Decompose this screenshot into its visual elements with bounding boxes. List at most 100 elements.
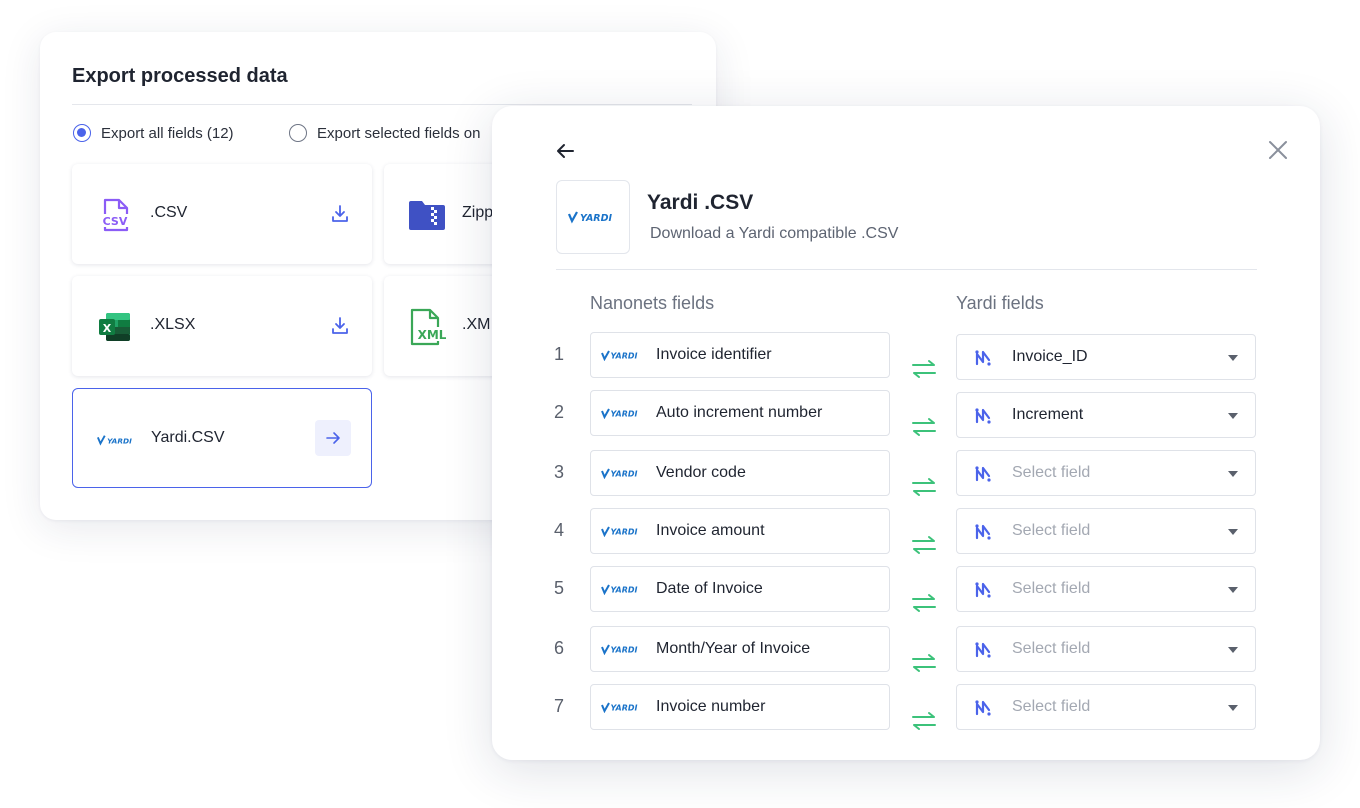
csv-file-icon: CSV	[96, 196, 134, 234]
row-number: 3	[554, 462, 565, 482]
yardi-logo: YARDI	[601, 644, 638, 655]
yardi-field-value: Increment	[1012, 406, 1084, 423]
swap-arrows-icon	[912, 654, 936, 672]
svg-text:X: X	[103, 322, 112, 335]
nanonets-icon	[975, 466, 991, 482]
nanonets-fields-header: Nanonets fields	[590, 293, 715, 313]
radio-export-selected-label: Export selected fields on	[317, 124, 481, 142]
yardi-field-select[interactable]: Select field	[956, 450, 1256, 496]
yardi-field-select[interactable]: Select field	[956, 508, 1256, 554]
svg-text:YARDI: YARDI	[611, 704, 638, 713]
yardi-logo: YARDI	[601, 584, 638, 595]
download-icon[interactable]	[330, 316, 350, 336]
mapping-row: 5 YARDI Date of Invoice Select field	[492, 566, 1320, 614]
yardi-field-select[interactable]: Select field	[956, 684, 1256, 730]
nanonets-icon	[975, 582, 991, 598]
format-card-yardi[interactable]: YARDI Yardi.CSV	[72, 388, 372, 488]
svg-text:YARDI: YARDI	[611, 470, 638, 479]
export-panel-title: Export processed data	[72, 65, 288, 87]
svg-text:YARDI: YARDI	[611, 646, 638, 655]
radio-export-all-label: Export all fields (12)	[101, 124, 234, 142]
chevron-down-icon[interactable]	[1227, 704, 1239, 712]
modal-title: Yardi .CSV	[647, 191, 754, 214]
nanonets-field[interactable]: YARDI Invoice amount	[590, 508, 890, 554]
row-number: 1	[554, 344, 565, 364]
chevron-down-icon[interactable]	[1227, 470, 1239, 478]
svg-text:YARDI: YARDI	[611, 586, 638, 595]
chevron-down-icon[interactable]	[1227, 586, 1239, 594]
yardi-logo: YARDI	[601, 702, 638, 713]
chevron-down-icon[interactable]	[1227, 412, 1239, 420]
yardi-field-value: Select field	[1012, 464, 1091, 481]
arrow-right-button[interactable]	[315, 420, 351, 456]
format-card-csv[interactable]: CSV .CSV	[72, 164, 372, 264]
close-icon[interactable]	[1268, 140, 1288, 160]
nanonets-field[interactable]: YARDI Vendor code	[590, 450, 890, 496]
yardi-logo-box: YARDI	[556, 180, 630, 254]
yardi-field-value: Select field	[1012, 640, 1091, 657]
nanonets-icon	[975, 700, 991, 716]
nanonets-icon	[975, 408, 991, 424]
svg-text:XML: XML	[418, 328, 446, 342]
yardi-logo: YARDI	[601, 468, 638, 479]
swap-arrows-icon	[912, 712, 936, 730]
nanonets-icon	[975, 524, 991, 540]
zip-folder-icon	[408, 196, 446, 234]
nanonets-field[interactable]: YARDI Invoice identifier	[590, 332, 890, 378]
format-label-zip: Zipp	[462, 204, 494, 221]
radio-export-selected[interactable]: Export selected fields on	[289, 124, 480, 142]
chevron-down-icon[interactable]	[1227, 646, 1239, 654]
nanonets-field-label: Invoice identifier	[656, 346, 772, 363]
mapping-row: 2 YARDI Auto increment number Increment	[492, 390, 1320, 438]
yardi-field-select[interactable]: Select field	[956, 626, 1256, 672]
yardi-field-select[interactable]: Invoice_ID	[956, 334, 1256, 380]
radio-export-all[interactable]: Export all fields (12)	[73, 124, 234, 142]
divider	[72, 104, 692, 105]
nanonets-field-label: Vendor code	[656, 464, 746, 481]
swap-arrows-icon	[912, 478, 936, 496]
yardi-field-value: Select field	[1012, 698, 1091, 715]
mapping-row: 6 YARDI Month/Year of Invoice Select fie…	[492, 626, 1320, 674]
radio-unchecked-icon[interactable]	[289, 124, 307, 142]
nanonets-icon	[975, 642, 991, 658]
radio-checked-icon[interactable]	[73, 124, 91, 142]
row-number: 4	[554, 520, 565, 540]
nanonets-field-label: Date of Invoice	[656, 580, 763, 597]
nanonets-field-label: Month/Year of Invoice	[656, 640, 811, 657]
nanonets-field[interactable]: YARDI Month/Year of Invoice	[590, 626, 890, 672]
swap-arrows-icon	[912, 536, 936, 554]
yardi-field-select[interactable]: Increment	[956, 392, 1256, 438]
yardi-field-value: Invoice_ID	[1012, 348, 1088, 365]
format-card-xlsx[interactable]: X .XLSX	[72, 276, 372, 376]
format-label-xlsx: .XLSX	[150, 316, 196, 333]
yardi-logo: YARDI	[97, 421, 135, 459]
yardi-field-value: Select field	[1012, 580, 1091, 597]
swap-arrows-icon	[912, 418, 936, 436]
nanonets-field[interactable]: YARDI Auto increment number	[590, 390, 890, 436]
mapping-row: 3 YARDI Vendor code Select field	[492, 450, 1320, 498]
arrow-right-icon	[326, 432, 340, 444]
yardi-fields-header: Yardi fields	[956, 293, 1044, 313]
yardi-logo: YARDI	[601, 526, 638, 537]
format-label-csv: .CSV	[150, 204, 188, 221]
nanonets-icon	[975, 350, 991, 366]
modal-subtitle: Download a Yardi compatible .CSV	[650, 225, 899, 242]
row-number: 2	[554, 402, 565, 422]
nanonets-field-label: Invoice number	[656, 698, 766, 715]
svg-text:CSV: CSV	[103, 215, 128, 228]
yardi-logo: YARDI	[601, 350, 638, 361]
row-number: 6	[554, 638, 565, 658]
nanonets-field[interactable]: YARDI Invoice number	[590, 684, 890, 730]
download-icon[interactable]	[330, 204, 350, 224]
yardi-mapping-modal: YARDI Yardi .CSV Download a Yardi compat…	[492, 106, 1320, 760]
chevron-down-icon[interactable]	[1227, 354, 1239, 362]
swap-arrows-icon	[912, 594, 936, 612]
nanonets-field[interactable]: YARDI Date of Invoice	[590, 566, 890, 612]
nanonets-field-label: Auto increment number	[656, 404, 823, 421]
mapping-row: 4 YARDI Invoice amount Select field	[492, 508, 1320, 556]
svg-text:YARDI: YARDI	[580, 213, 613, 224]
chevron-down-icon[interactable]	[1227, 528, 1239, 536]
yardi-field-select[interactable]: Select field	[956, 566, 1256, 612]
back-arrow-icon[interactable]	[554, 140, 576, 162]
yardi-logo: YARDI	[601, 408, 638, 419]
